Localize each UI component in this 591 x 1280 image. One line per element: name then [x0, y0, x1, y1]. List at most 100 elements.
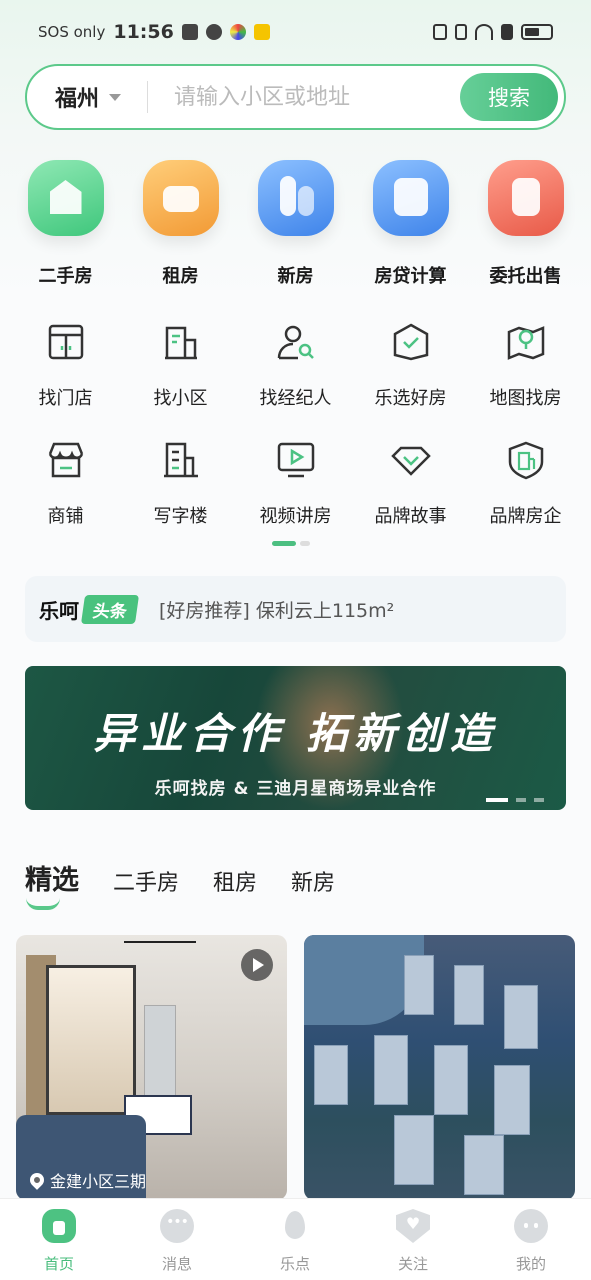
search-input[interactable]: [174, 84, 445, 110]
bottom-tab-label: 我的: [515, 1255, 546, 1273]
nav-page-indicator: [272, 541, 310, 546]
photo-detail: [404, 955, 434, 1015]
photo-detail: [124, 941, 196, 943]
nav-label: 二手房: [38, 266, 93, 287]
app-icon: [229, 24, 246, 40]
nav-second-hand[interactable]: 二手房: [8, 160, 123, 288]
app-icon: [205, 24, 222, 40]
nfc-icon: [433, 24, 447, 40]
diamond-icon: [390, 446, 431, 476]
bottom-tab-label: 首页: [43, 1255, 74, 1273]
nav-new-house[interactable]: 新房: [238, 160, 353, 288]
check-house-icon: [393, 323, 428, 361]
tab-new-house[interactable]: 新房: [291, 865, 335, 897]
nav-entrust-sale[interactable]: 委托出售: [468, 160, 583, 288]
nav-label: 找小区: [153, 388, 208, 409]
nav-label: 租房: [162, 266, 199, 287]
nav-label: 房贷计算: [374, 266, 447, 287]
primary-nav: 二手房 租房 新房 房贷计算 委托出售: [0, 160, 591, 288]
banner-title: 异业合作 拓新创造: [93, 709, 498, 758]
listing-card[interactable]: 金建小区三期: [16, 935, 287, 1200]
fire-icon: [278, 1209, 312, 1243]
bottom-tab-bar: 首页 消息 乐点 关注 我的: [0, 1198, 591, 1280]
play-icon[interactable]: [241, 949, 273, 981]
alert-icon: [501, 24, 513, 40]
nav-label: 新房: [277, 266, 314, 287]
vibrate-icon: [455, 24, 467, 40]
battery-icon: [521, 24, 553, 40]
shield-building-icon: [508, 441, 543, 480]
house-icon: [27, 160, 104, 236]
listing-location-text: 金建小区三期: [50, 1172, 147, 1191]
photo-detail: [434, 1045, 468, 1115]
store-door-icon: [48, 324, 83, 360]
nav-label: 品牌房企: [489, 506, 562, 527]
nav-video-tour[interactable]: 视频讲房: [238, 440, 353, 528]
listing-card[interactable]: [304, 935, 575, 1200]
sofa-icon: [142, 160, 219, 236]
nav-find-agent[interactable]: 找经纪人: [238, 322, 353, 410]
clock: 11:56: [113, 21, 174, 43]
nav-label: 委托出售: [489, 266, 562, 287]
bottom-tab-me[interactable]: 我的: [472, 1199, 590, 1280]
nav-label: 乐选好房: [374, 388, 447, 409]
heart-shield-icon: [396, 1209, 430, 1243]
listing-tabs: 精选 二手房 租房 新房: [25, 858, 335, 897]
tab-second-hand[interactable]: 二手房: [113, 865, 179, 897]
photo-detail: [464, 1135, 504, 1195]
photo-detail: [394, 1115, 434, 1185]
headline-brand: 乐呵: [39, 598, 79, 623]
nav-label: 写字楼: [153, 506, 208, 527]
shop-icon: [48, 442, 83, 478]
headline-ticker[interactable]: 乐呵 头条 [好房推荐] 保利云上115m²: [25, 576, 566, 642]
bottom-tab-follow[interactable]: 关注: [354, 1199, 472, 1280]
nav-label: 视频讲房: [259, 506, 332, 527]
status-bar: SOS only 11:56: [0, 0, 591, 64]
carrier-text: SOS only: [38, 23, 106, 41]
nav-find-store[interactable]: 找门店: [8, 322, 123, 410]
nav-label: 商铺: [47, 506, 84, 527]
nav-map-search[interactable]: 地图找房: [468, 322, 583, 410]
location-pin-icon: [27, 1170, 47, 1190]
promo-banner[interactable]: 异业合作 拓新创造 乐呵找房 & 三迪月星商场异业合作: [25, 666, 566, 810]
nav-mortgage-calculator[interactable]: 房贷计算: [353, 160, 468, 288]
photo-detail: [46, 965, 136, 1115]
bottom-tab-messages[interactable]: 消息: [118, 1199, 236, 1280]
tab-rent[interactable]: 租房: [213, 865, 257, 897]
photo-detail: [504, 985, 538, 1049]
banner-subtitle: 乐呵找房 & 三迪月星商场异业合作: [154, 779, 437, 799]
bottom-tab-hot[interactable]: 乐点: [236, 1199, 354, 1280]
nav-label: 找经纪人: [259, 388, 332, 409]
city-selector[interactable]: 福州: [55, 81, 99, 113]
secondary-nav-row-1: 找门店 找小区 找经纪人 乐选好房 地图找房: [0, 322, 591, 410]
home-icon: [42, 1209, 76, 1243]
video-play-icon: [277, 442, 314, 478]
nav-find-community[interactable]: 找小区: [123, 322, 238, 410]
bottom-tab-home[interactable]: 首页: [0, 1199, 118, 1280]
photo-detail: [314, 1045, 348, 1105]
search-button[interactable]: 搜索: [460, 73, 558, 121]
nav-brand-developers[interactable]: 品牌房企: [468, 440, 583, 528]
mail-icon: [181, 24, 198, 40]
photo-detail: [494, 1065, 530, 1135]
secondary-nav-row-2: 商铺 写字楼 视频讲房 品牌故事 品牌房企: [0, 440, 591, 528]
map-pin-icon: [507, 326, 544, 360]
headline-tag: 头条: [80, 594, 140, 624]
divider: [147, 81, 149, 113]
listing-location: 金建小区三期: [27, 1168, 147, 1192]
headline-text: [好房推荐] 保利云上115m²: [159, 599, 395, 622]
nav-selected-homes[interactable]: 乐选好房: [353, 322, 468, 410]
nav-office[interactable]: 写字楼: [123, 440, 238, 528]
tab-featured[interactable]: 精选: [25, 858, 79, 897]
app-icon: [253, 24, 270, 40]
photo-detail: [374, 1035, 408, 1105]
nav-shops[interactable]: 商铺: [8, 440, 123, 528]
nav-brand-story[interactable]: 品牌故事: [353, 440, 468, 528]
building-icon: [257, 160, 334, 236]
nav-rent[interactable]: 租房: [123, 160, 238, 288]
photo-detail: [144, 1005, 176, 1105]
message-icon: [160, 1209, 194, 1243]
chevron-down-icon[interactable]: [109, 93, 122, 101]
wifi-icon: [475, 24, 493, 40]
agent-search-icon: [277, 325, 314, 360]
